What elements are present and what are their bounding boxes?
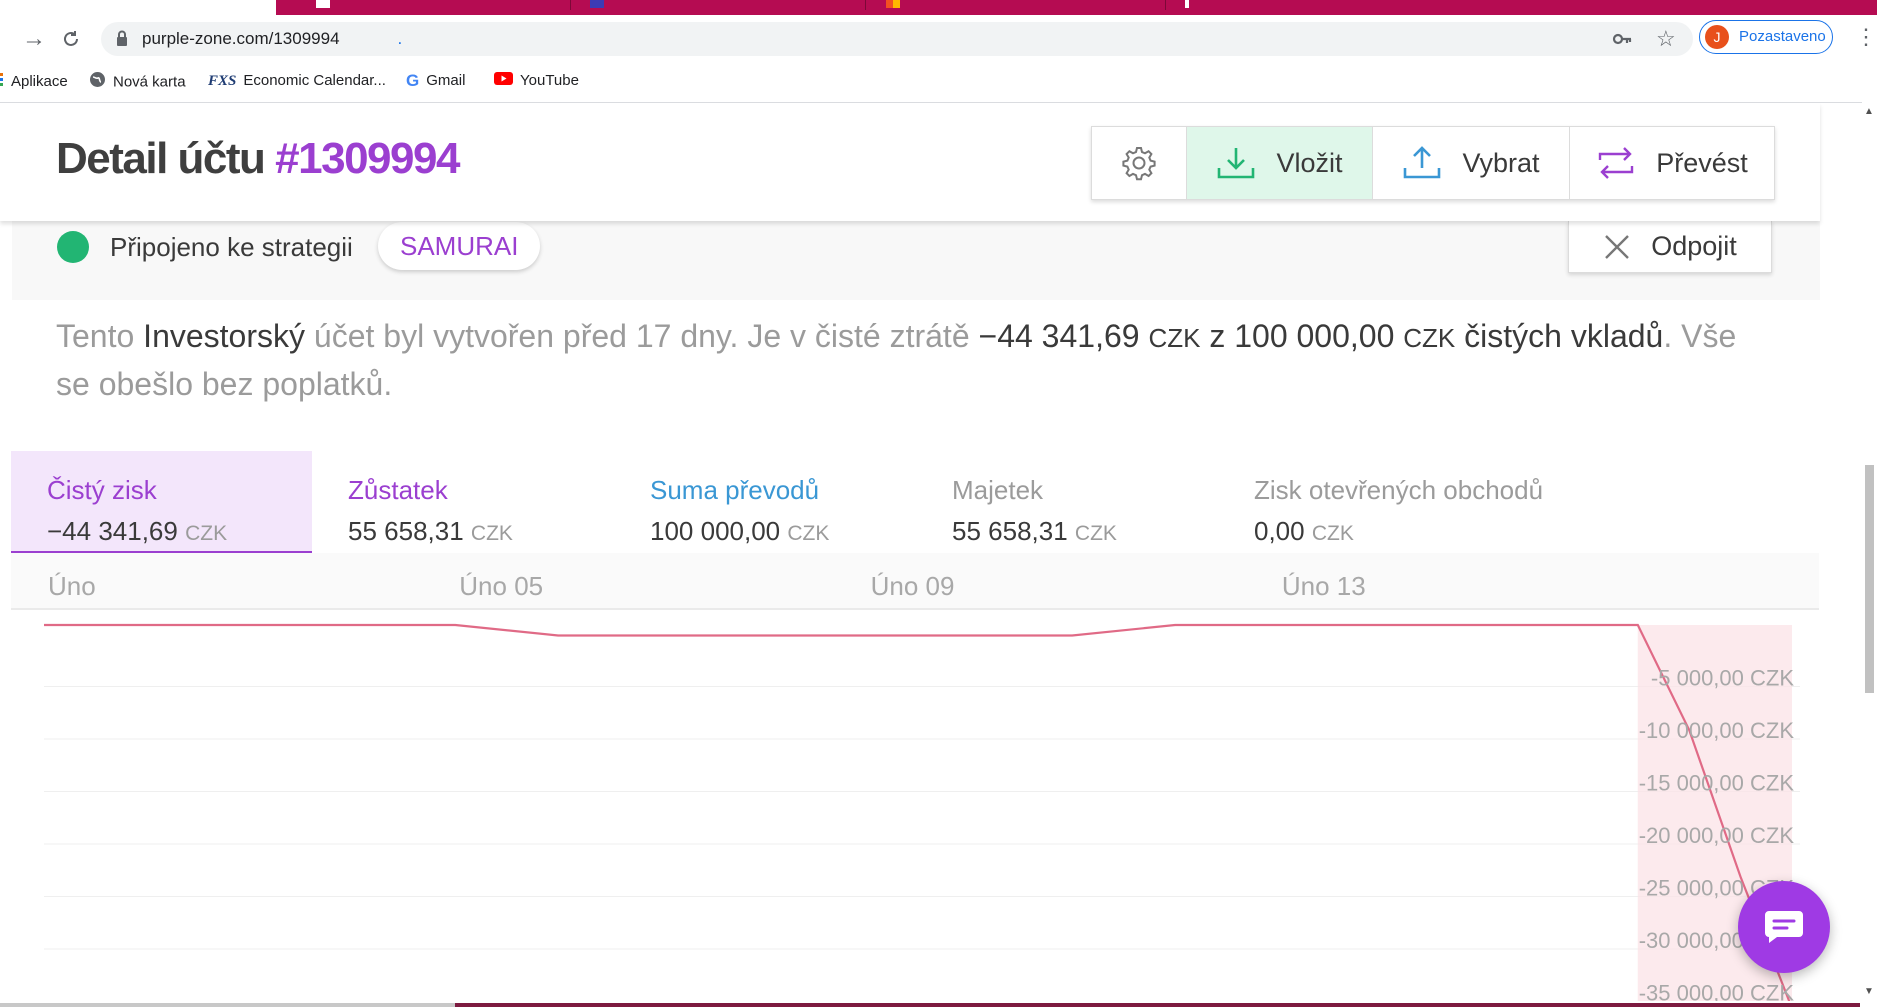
lock-icon xyxy=(117,30,127,46)
stat-open-trades-profit[interactable]: Zisk otevřených obchodů 0,00 CZK xyxy=(1218,451,1819,553)
account-number: #1309994 xyxy=(275,134,460,183)
y-tick-label: -10 000,00 CZK xyxy=(1639,718,1795,743)
scroll-down-arrow[interactable]: ▼ xyxy=(1864,986,1874,997)
transfer-icon xyxy=(1599,147,1634,179)
bookmark-economic-calendar[interactable]: FXS Economic Calendar... xyxy=(208,71,386,91)
strategy-name-badge[interactable]: SAMURAI xyxy=(378,222,541,270)
stat-label: Suma převodů xyxy=(650,475,820,505)
stat-value: 55 658,31 CZK xyxy=(952,516,1117,546)
tab-favicon[interactable] xyxy=(886,0,900,8)
tab-divider xyxy=(865,0,866,10)
net-loss-value: −44 341,69 xyxy=(978,318,1140,354)
y-tick-label: -20 000,00 CZK xyxy=(1639,823,1795,848)
chat-icon xyxy=(1765,911,1803,943)
y-tick-label: -5 000,00 CZK xyxy=(1651,665,1794,690)
stat-value: −44 341,69 CZK xyxy=(47,516,228,546)
account-summary: Tento Investorský účet byl vytvořen před… xyxy=(56,318,1737,402)
stat-label: Zisk otevřených obchodů xyxy=(1254,475,1544,505)
upload-icon xyxy=(1404,146,1441,179)
account-stats: Čistý zisk −44 341,69 CZK Zůstatek 55 65… xyxy=(11,451,1819,553)
account-actions: Vložit Vybrat Převést xyxy=(1091,126,1775,200)
transfer-button[interactable]: Převést xyxy=(1570,127,1774,199)
tab-favicon[interactable] xyxy=(1185,0,1189,8)
title-prefix: Detail účtu xyxy=(56,134,266,183)
net-deposits-value: 100 000,00 xyxy=(1234,318,1395,354)
chat-button[interactable] xyxy=(1738,881,1830,973)
settings-button[interactable] xyxy=(1092,127,1187,199)
chart-points xyxy=(43,624,1741,878)
avatar: J xyxy=(1705,25,1729,49)
stat-label: Zůstatek xyxy=(348,475,448,505)
profile-status: Pozastaveno xyxy=(1739,28,1826,45)
account-type: Investorský xyxy=(143,318,305,354)
url-text[interactable]: purple-zone.com/1309994. xyxy=(142,27,402,51)
stat-equity[interactable]: Majetek 55 658,31 CZK xyxy=(916,451,1218,553)
star-icon[interactable]: ☆ xyxy=(1656,28,1676,50)
tab-strip-background xyxy=(276,0,1877,15)
withdraw-button[interactable]: Vybrat xyxy=(1373,127,1570,199)
x-tick-label: Úno xyxy=(48,571,96,601)
key-icon[interactable] xyxy=(1612,30,1632,48)
scroll-up-arrow[interactable]: ▲ xyxy=(1864,106,1874,117)
apps-icon xyxy=(0,71,4,93)
strategy-label: Připojeno ke strategii xyxy=(110,232,353,262)
profile-button[interactable]: J Pozastaveno xyxy=(1699,20,1833,54)
strategy-bar: Připojeno ke strategii SAMURAI Odpojit xyxy=(12,221,1820,300)
chart-grid xyxy=(44,686,1800,1002)
page-content: Detail účtu #1309994 Vložit Vybrat Převé… xyxy=(0,103,1862,1007)
close-icon xyxy=(1605,234,1630,259)
x-tick-label: Úno 13 xyxy=(1282,571,1366,601)
bookmark-apps[interactable]: Aplikace xyxy=(0,71,68,93)
page-title: Detail účtu #1309994 xyxy=(56,133,460,185)
scrollbar-thumb[interactable] xyxy=(1865,465,1874,693)
y-tick-label: -15 000,00 CZK xyxy=(1639,770,1795,795)
more-menu-icon[interactable]: ⋮ xyxy=(1855,26,1877,48)
bookmark-gmail[interactable]: G Gmail xyxy=(406,71,465,91)
x-tick-label: Úno 09 xyxy=(871,571,955,601)
stat-label: Čistý zisk xyxy=(47,475,157,505)
bookmark-youtube[interactable]: YouTube xyxy=(494,71,579,91)
forward-icon[interactable]: → xyxy=(22,24,46,54)
page-scrollbar[interactable]: ▲ ▼ xyxy=(1862,102,1877,1007)
gear-icon xyxy=(1122,147,1156,181)
download-icon xyxy=(1218,148,1255,179)
stat-value: 55 658,31 CZK xyxy=(348,516,513,546)
bookmark-new-tab[interactable]: Nová karta xyxy=(89,71,186,94)
reload-icon[interactable] xyxy=(62,24,80,56)
deposit-button[interactable]: Vložit xyxy=(1187,127,1373,199)
profit-chart[interactable]: Úno Úno 05 Úno 09 Úno 13 -5 000,00 CZK -… xyxy=(0,553,1820,1007)
series-line xyxy=(44,623,1793,1007)
tab-favicon[interactable] xyxy=(316,0,330,8)
tab-favicon[interactable] xyxy=(590,0,604,8)
tab-divider xyxy=(570,0,571,10)
url-extra: . xyxy=(397,29,403,48)
browser-tab-strip xyxy=(0,0,1877,16)
disconnect-button[interactable]: Odpojit xyxy=(1568,221,1772,273)
stat-balance[interactable]: Zůstatek 55 658,31 CZK xyxy=(312,451,614,553)
globe-icon xyxy=(89,71,106,94)
stat-value: 100 000,00 CZK xyxy=(650,516,830,546)
x-tick-label: Úno 05 xyxy=(459,571,543,601)
stat-net-profit[interactable]: Čistý zisk −44 341,69 CZK xyxy=(11,451,312,553)
browser-toolbar: → purple-zone.com/1309994. ☆ J Pozastave… xyxy=(0,16,1877,62)
fxs-icon: FXS xyxy=(208,73,237,90)
connection-status-dot xyxy=(57,231,89,263)
stat-transfers-sum[interactable]: Suma převodů 100 000,00 CZK xyxy=(614,451,916,553)
account-header: Detail účtu #1309994 Vložit Vybrat Převé… xyxy=(0,103,1820,221)
bookmarks-bar: Aplikace Nová karta FXS Economic Calendar… xyxy=(0,62,1877,103)
stat-value: 0,00 CZK xyxy=(1254,516,1354,546)
stat-label: Majetek xyxy=(952,475,1044,505)
bottom-edge xyxy=(0,1001,1877,1007)
youtube-icon xyxy=(494,71,513,91)
tab-divider xyxy=(1165,0,1166,10)
google-icon: G xyxy=(406,71,420,91)
